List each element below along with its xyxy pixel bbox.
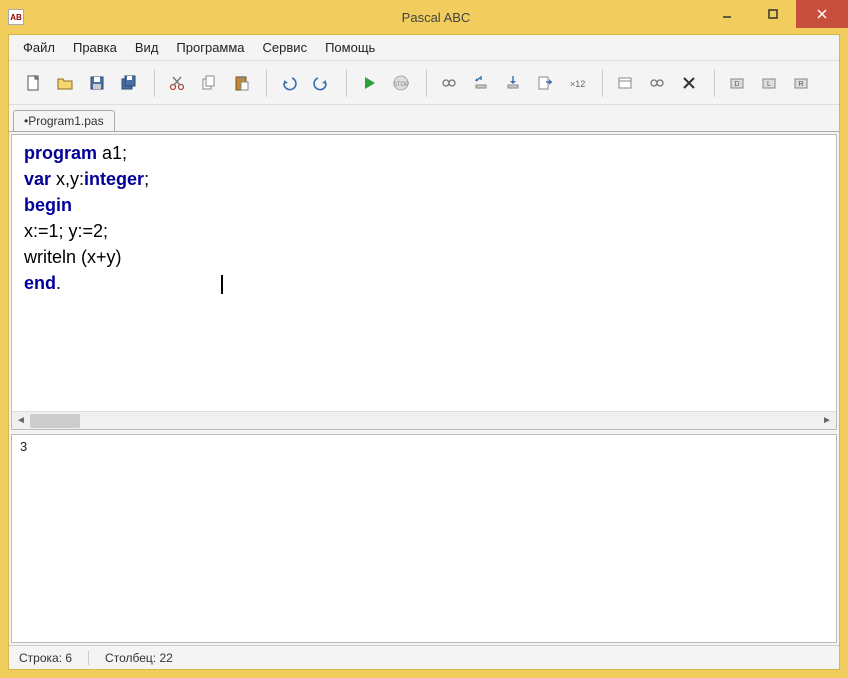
delete-button[interactable] — [675, 69, 703, 97]
kw-var: var — [24, 169, 51, 189]
svg-text:STOP: STOP — [393, 82, 409, 88]
scroll-right-icon[interactable]: ► — [818, 412, 836, 430]
copy-button[interactable] — [195, 69, 223, 97]
menu-program[interactable]: Программа — [168, 37, 252, 58]
toolbar: STOP ×123 D L R — [9, 61, 839, 105]
app-icon: AB — [8, 9, 24, 25]
tab-program1[interactable]: •Program1.pas — [13, 110, 115, 131]
scroll-thumb[interactable] — [30, 414, 80, 428]
stop-button[interactable]: STOP — [387, 69, 415, 97]
menu-service[interactable]: Сервис — [255, 37, 316, 58]
line5: writeln (x+y) — [24, 247, 122, 267]
window-buttons — [704, 0, 848, 28]
menu-view[interactable]: Вид — [127, 37, 167, 58]
vars-button[interactable]: ×123 — [563, 69, 591, 97]
code-content: program a1; var x,y:integer; begin x:=1;… — [12, 135, 836, 303]
maximize-button[interactable] — [750, 0, 796, 28]
menu-file[interactable]: Файл — [15, 37, 63, 58]
svg-text:D: D — [734, 81, 739, 88]
editor-wrap: program a1; var x,y:integer; begin x:=1;… — [9, 131, 839, 645]
stepinto-button[interactable] — [499, 69, 527, 97]
run-button[interactable] — [355, 69, 383, 97]
status-line: Строка: 6 — [19, 651, 89, 665]
kw-begin: begin — [24, 195, 72, 215]
menubar: Файл Правка Вид Программа Сервис Помощь — [9, 35, 839, 61]
statusbar: Строка: 6 Столбец: 22 — [9, 645, 839, 669]
panel1-button[interactable] — [611, 69, 639, 97]
panel2-button[interactable] — [643, 69, 671, 97]
svg-text:×123: ×123 — [570, 79, 586, 89]
cut-button[interactable] — [163, 69, 191, 97]
id-a1: a1; — [97, 143, 127, 163]
titlebar[interactable]: AB Pascal ABC — [0, 0, 848, 34]
ty-integer: integer — [84, 169, 144, 189]
paste-button[interactable] — [227, 69, 255, 97]
svg-text:L: L — [767, 81, 771, 88]
stepover-button[interactable] — [467, 69, 495, 97]
watch-button[interactable] — [435, 69, 463, 97]
client-area: Файл Правка Вид Программа Сервис Помощь … — [8, 34, 840, 670]
minimize-button[interactable] — [704, 0, 750, 28]
save-button[interactable] — [83, 69, 111, 97]
kw-program: program — [24, 143, 97, 163]
debug1-button[interactable]: D — [723, 69, 751, 97]
id-xy: x,y: — [51, 169, 84, 189]
open-file-button[interactable] — [51, 69, 79, 97]
goto-button[interactable] — [531, 69, 559, 97]
close-button[interactable] — [796, 0, 848, 28]
sc1: ; — [144, 169, 149, 189]
horizontal-scrollbar[interactable]: ◄ ► — [12, 411, 836, 429]
menu-help[interactable]: Помощь — [317, 37, 383, 58]
debug2-button[interactable]: L — [755, 69, 783, 97]
line4: x:=1; y:=2; — [24, 221, 108, 241]
status-col: Столбец: 22 — [105, 651, 173, 665]
sc2: . — [56, 273, 61, 293]
undo-button[interactable] — [275, 69, 303, 97]
save-all-button[interactable] — [115, 69, 143, 97]
output-text: 3 — [20, 439, 27, 454]
menu-edit[interactable]: Правка — [65, 37, 125, 58]
text-cursor — [221, 275, 223, 294]
new-file-button[interactable] — [19, 69, 47, 97]
debug3-button[interactable]: R — [787, 69, 815, 97]
window: AB Pascal ABC Файл Правка Вид Программа … — [0, 0, 848, 678]
kw-end: end — [24, 273, 56, 293]
scroll-left-icon[interactable]: ◄ — [12, 412, 30, 430]
code-editor[interactable]: program a1; var x,y:integer; begin x:=1;… — [11, 134, 837, 430]
output-pane[interactable]: 3 — [11, 434, 837, 643]
svg-text:R: R — [798, 81, 803, 88]
redo-button[interactable] — [307, 69, 335, 97]
scroll-track[interactable] — [30, 412, 818, 430]
tab-strip: •Program1.pas — [9, 105, 839, 131]
